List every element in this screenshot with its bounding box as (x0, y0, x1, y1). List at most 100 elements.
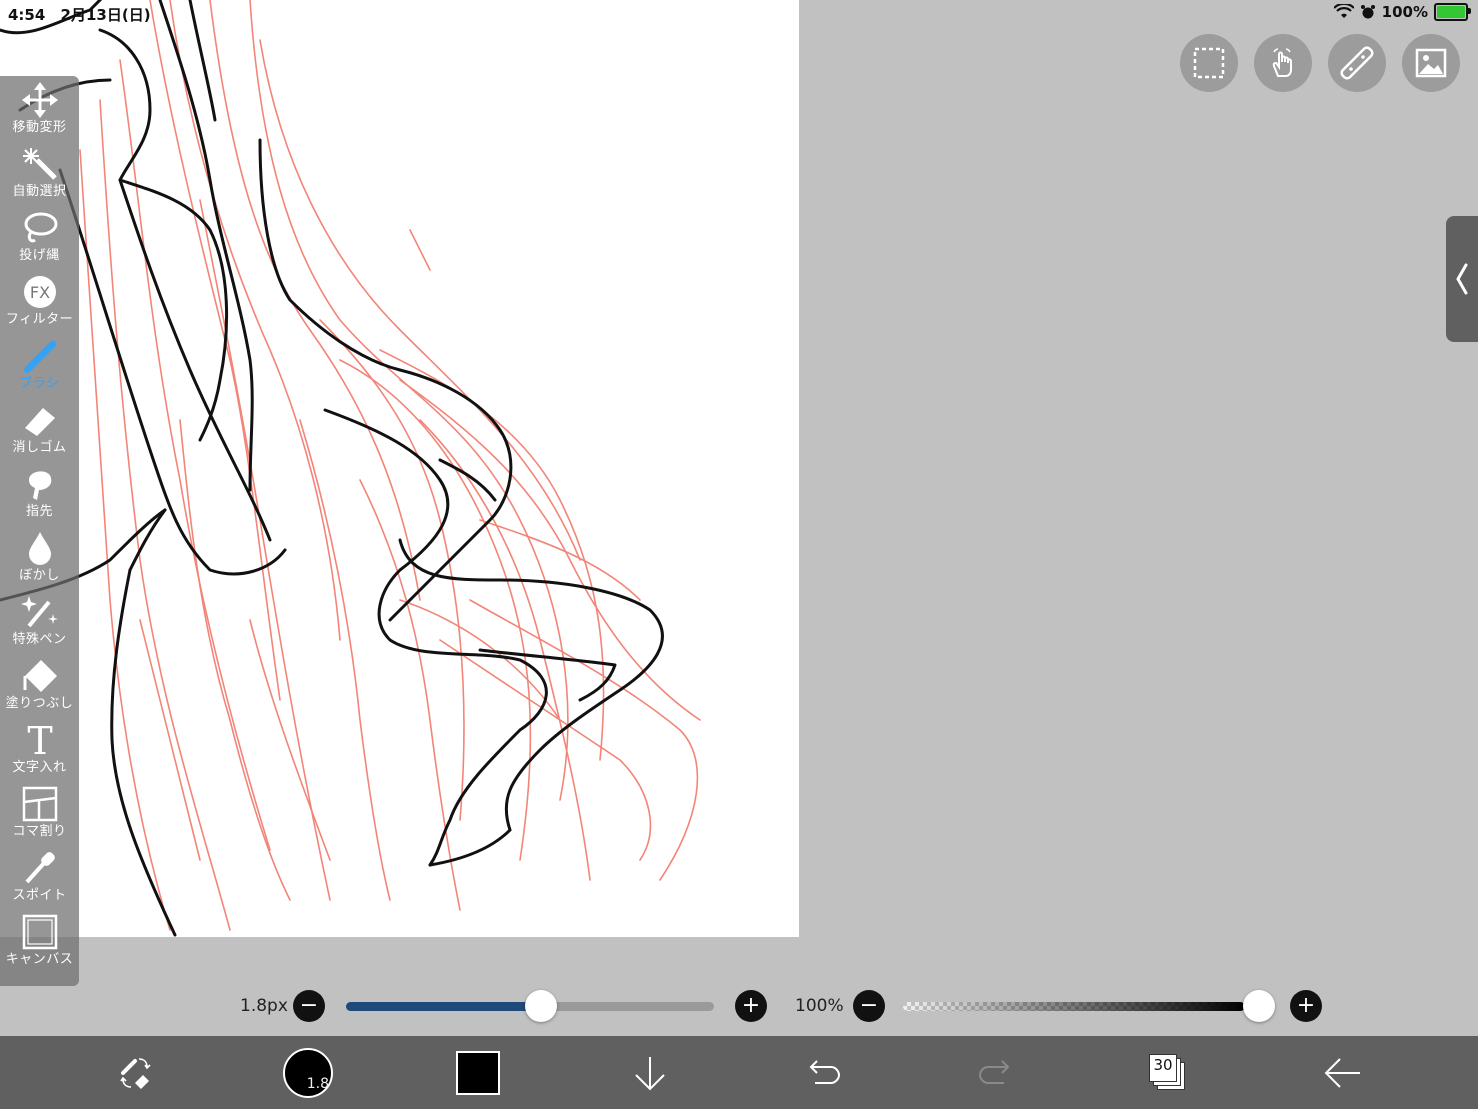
opacity-slider[interactable] (903, 1002, 1245, 1011)
tool-canvas[interactable]: キャンバス (0, 908, 79, 972)
undo-button[interactable] (793, 1036, 853, 1109)
undo-icon (809, 1059, 841, 1084)
top-right-buttons (1180, 34, 1460, 92)
status-date: 2月13日(日) (60, 6, 151, 24)
download-button[interactable] (620, 1036, 680, 1109)
brush-eraser-swap-button[interactable] (105, 1036, 165, 1109)
tool-label: キャンバス (5, 952, 74, 967)
status-left: 4:54 2月13日(日) (8, 4, 161, 25)
opacity-knob[interactable] (1243, 990, 1275, 1022)
tool-brush[interactable]: ブラシ (0, 332, 79, 396)
tool-label: 塗りつぶし (5, 696, 74, 711)
panel-icon (22, 786, 57, 822)
gesture-icon (1272, 48, 1292, 77)
tool-label: 文字入れ (12, 760, 67, 775)
wifi-icon (1333, 4, 1354, 18)
brush-icon (23, 340, 56, 373)
tool-label: ぼかし (19, 568, 60, 583)
battery-icon (1434, 3, 1471, 21)
eraser-icon (24, 408, 55, 436)
special-pen-icon (20, 596, 58, 628)
arrow-down-icon (635, 1056, 665, 1090)
tool-label: フィルター (5, 312, 74, 327)
ruler-icon (1340, 46, 1374, 80)
tool-label: 消しゴム (12, 440, 67, 455)
svg-text:FX: FX (29, 283, 49, 302)
tool-fill[interactable]: 塗りつぶし (0, 652, 79, 716)
minus-icon: − (859, 993, 879, 1018)
minus-icon: − (299, 993, 319, 1018)
lasso-icon (24, 212, 57, 243)
side-panel-toggle[interactable] (1446, 216, 1478, 342)
canvas-icon (22, 914, 57, 950)
layer-count: 30 (1153, 1055, 1173, 1074)
brush-size-button[interactable]: 1.8 (278, 1036, 338, 1109)
tool-label: 特殊ペン (12, 632, 67, 647)
move-icon (21, 82, 58, 118)
image-icon (1415, 48, 1447, 78)
battery-percent: 100% (1381, 3, 1428, 21)
tool-label: ブラシ (19, 376, 60, 391)
smudge-icon (28, 471, 51, 500)
tool-eyedropper[interactable]: スポイト (0, 844, 79, 908)
back-button[interactable] (1312, 1036, 1372, 1109)
fill-bucket-icon (23, 660, 57, 692)
magic-wand-icon (22, 148, 57, 180)
tool-special-pen[interactable]: 特殊ペン (0, 588, 79, 652)
selection-button[interactable] (1180, 34, 1238, 92)
tool-label: 投げ縄 (19, 248, 60, 263)
tool-label: スポイト (12, 888, 67, 903)
chevron-left-icon (1456, 263, 1468, 295)
brush-size-label: 1.8px (240, 996, 288, 1016)
tool-filter[interactable]: FX フィルター (0, 268, 79, 332)
status-bar: 4:54 2月13日(日) 100% (0, 0, 1478, 28)
current-color-swatch (456, 1050, 500, 1095)
selection-icon (1193, 47, 1225, 79)
opacity-plus-button[interactable]: + (1290, 990, 1322, 1022)
blur-drop-icon (28, 532, 51, 565)
redo-button[interactable] (966, 1036, 1026, 1109)
tool-label: 指先 (25, 504, 53, 519)
tool-palette: 移動変形 自動選択 投げ縄 FX フィルター ブラシ 消しゴム 指先 ぼかし 特… (0, 76, 79, 986)
arrow-left-icon (1324, 1057, 1360, 1088)
opacity-label: 100% (795, 996, 844, 1016)
color-button[interactable] (448, 1036, 508, 1109)
alarm-icon (1360, 5, 1375, 19)
brush-eraser-swap-icon (120, 1057, 151, 1089)
brush-sliders: 1.8px − + 100% − + (0, 990, 1478, 1024)
brush-size-knob[interactable] (525, 990, 558, 1022)
opacity-minus-button[interactable]: − (853, 990, 885, 1022)
drawing-canvas[interactable] (0, 0, 799, 937)
sketch-artwork (0, 0, 701, 937)
ruler-button[interactable] (1328, 34, 1386, 92)
tool-move-transform[interactable]: 移動変形 (0, 76, 79, 140)
status-right: 100% (1333, 3, 1471, 21)
tool-blur[interactable]: ぼかし (0, 524, 79, 588)
tool-auto-select[interactable]: 自動選択 (0, 140, 79, 204)
plus-icon: + (1296, 993, 1316, 1018)
tool-text[interactable]: T 文字入れ (0, 716, 79, 780)
redo-icon (978, 1059, 1010, 1084)
text-icon: T (27, 722, 52, 758)
tool-panel[interactable]: コマ割り (0, 780, 79, 844)
svg-text:T: T (27, 722, 52, 758)
layers-button[interactable]: 30 (1138, 1036, 1198, 1109)
eyedropper-icon (25, 852, 55, 884)
brush-size-fill (346, 1002, 542, 1011)
layers-icon: 30 (1149, 1053, 1187, 1092)
gesture-button[interactable] (1254, 34, 1312, 92)
plus-icon: + (741, 993, 761, 1018)
size-minus-button[interactable]: − (293, 990, 325, 1022)
reference-image-button[interactable] (1402, 34, 1460, 92)
fx-icon: FX (23, 276, 56, 308)
tool-lasso[interactable]: 投げ縄 (0, 204, 79, 268)
tool-label: コマ割り (12, 824, 67, 839)
brush-size-value: 1.8 (306, 1075, 329, 1092)
bottom-toolbar: 1.8 30 (0, 1036, 1478, 1109)
tool-eraser[interactable]: 消しゴム (0, 396, 79, 460)
tool-smudge[interactable]: 指先 (0, 460, 79, 524)
tool-label: 自動選択 (12, 184, 67, 199)
size-plus-button[interactable]: + (735, 990, 767, 1022)
tool-label: 移動変形 (12, 120, 67, 135)
brush-preview: 1.8 (283, 1047, 333, 1098)
